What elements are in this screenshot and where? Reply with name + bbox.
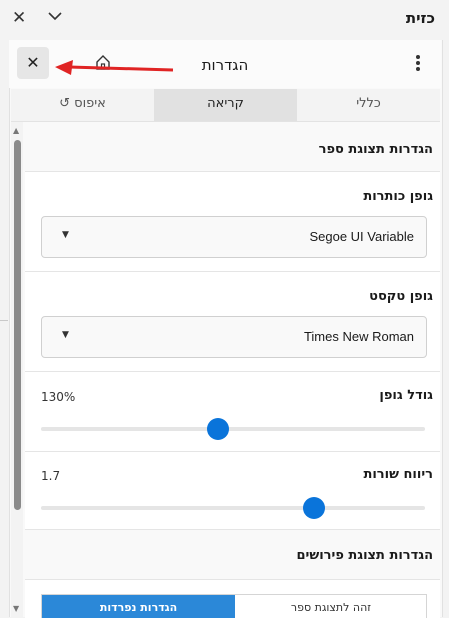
settings-title: הגדרות (201, 56, 249, 74)
section-title-book-display: הגדרות תצוגת ספר (318, 142, 433, 157)
section-title-commentary-display: הגדרות תצוגת פירושים (296, 548, 433, 563)
heading-font-label: גופן כותרות (363, 189, 433, 204)
line-spacing-label: ריווח שורות (363, 467, 433, 482)
same-as-book-option[interactable]: זהה לתצוגת ספר (236, 595, 426, 618)
more-vertical-icon[interactable] (412, 53, 424, 73)
close-settings-button[interactable]: ✕ (17, 47, 49, 79)
annotation-arrow-icon (55, 60, 174, 75)
separate-settings-option[interactable]: הגדרות נפרדות (42, 595, 235, 618)
tab-reset[interactable]: ↺ איפוס (11, 89, 154, 121)
font-size-slider[interactable] (41, 418, 425, 440)
heading-font-value: Segoe UI Variable (309, 229, 414, 244)
text-font-label: גופן טקסט (369, 289, 433, 304)
window-titlebar: ✕ כזית (0, 0, 449, 40)
line-spacing-card (25, 451, 440, 530)
heading-font-select[interactable]: Segoe UI Variable ▼ (41, 216, 427, 258)
chevron-down-icon[interactable] (48, 11, 62, 21)
line-spacing-slider[interactable] (41, 497, 425, 519)
settings-tabs: ↺ איפוס קריאה כללי (11, 89, 440, 122)
font-size-card (25, 371, 440, 452)
line-spacing-slider-thumb[interactable] (302, 497, 325, 519)
scroll-down-icon[interactable]: ▼ (13, 604, 19, 613)
line-spacing-value: 1.7 (41, 469, 61, 483)
tab-general[interactable]: כללי (297, 89, 440, 121)
font-size-slider-thumb[interactable] (206, 418, 229, 440)
close-panel-icon[interactable]: ✕ (12, 8, 26, 28)
font-size-value: 130% (41, 390, 76, 404)
tab-reading[interactable]: קריאה (154, 89, 297, 121)
font-size-label: גודל גופן (379, 388, 433, 403)
scrollbar-thumb[interactable] (14, 140, 21, 510)
text-font-value: Times New Roman (303, 329, 414, 344)
text-font-select[interactable]: Times New Roman ▼ (41, 316, 427, 358)
scroll-up-icon[interactable]: ▲ (13, 126, 19, 135)
commentary-mode-segmented: הגדרות נפרדות זהה לתצוגת ספר (41, 594, 427, 618)
divider (0, 320, 8, 321)
window-title: כזית (405, 9, 435, 27)
dropdown-arrow-icon: ▼ (62, 330, 69, 340)
scrollbar[interactable]: ▲ ▼ (11, 122, 23, 617)
dropdown-arrow-icon: ▼ (62, 230, 69, 240)
